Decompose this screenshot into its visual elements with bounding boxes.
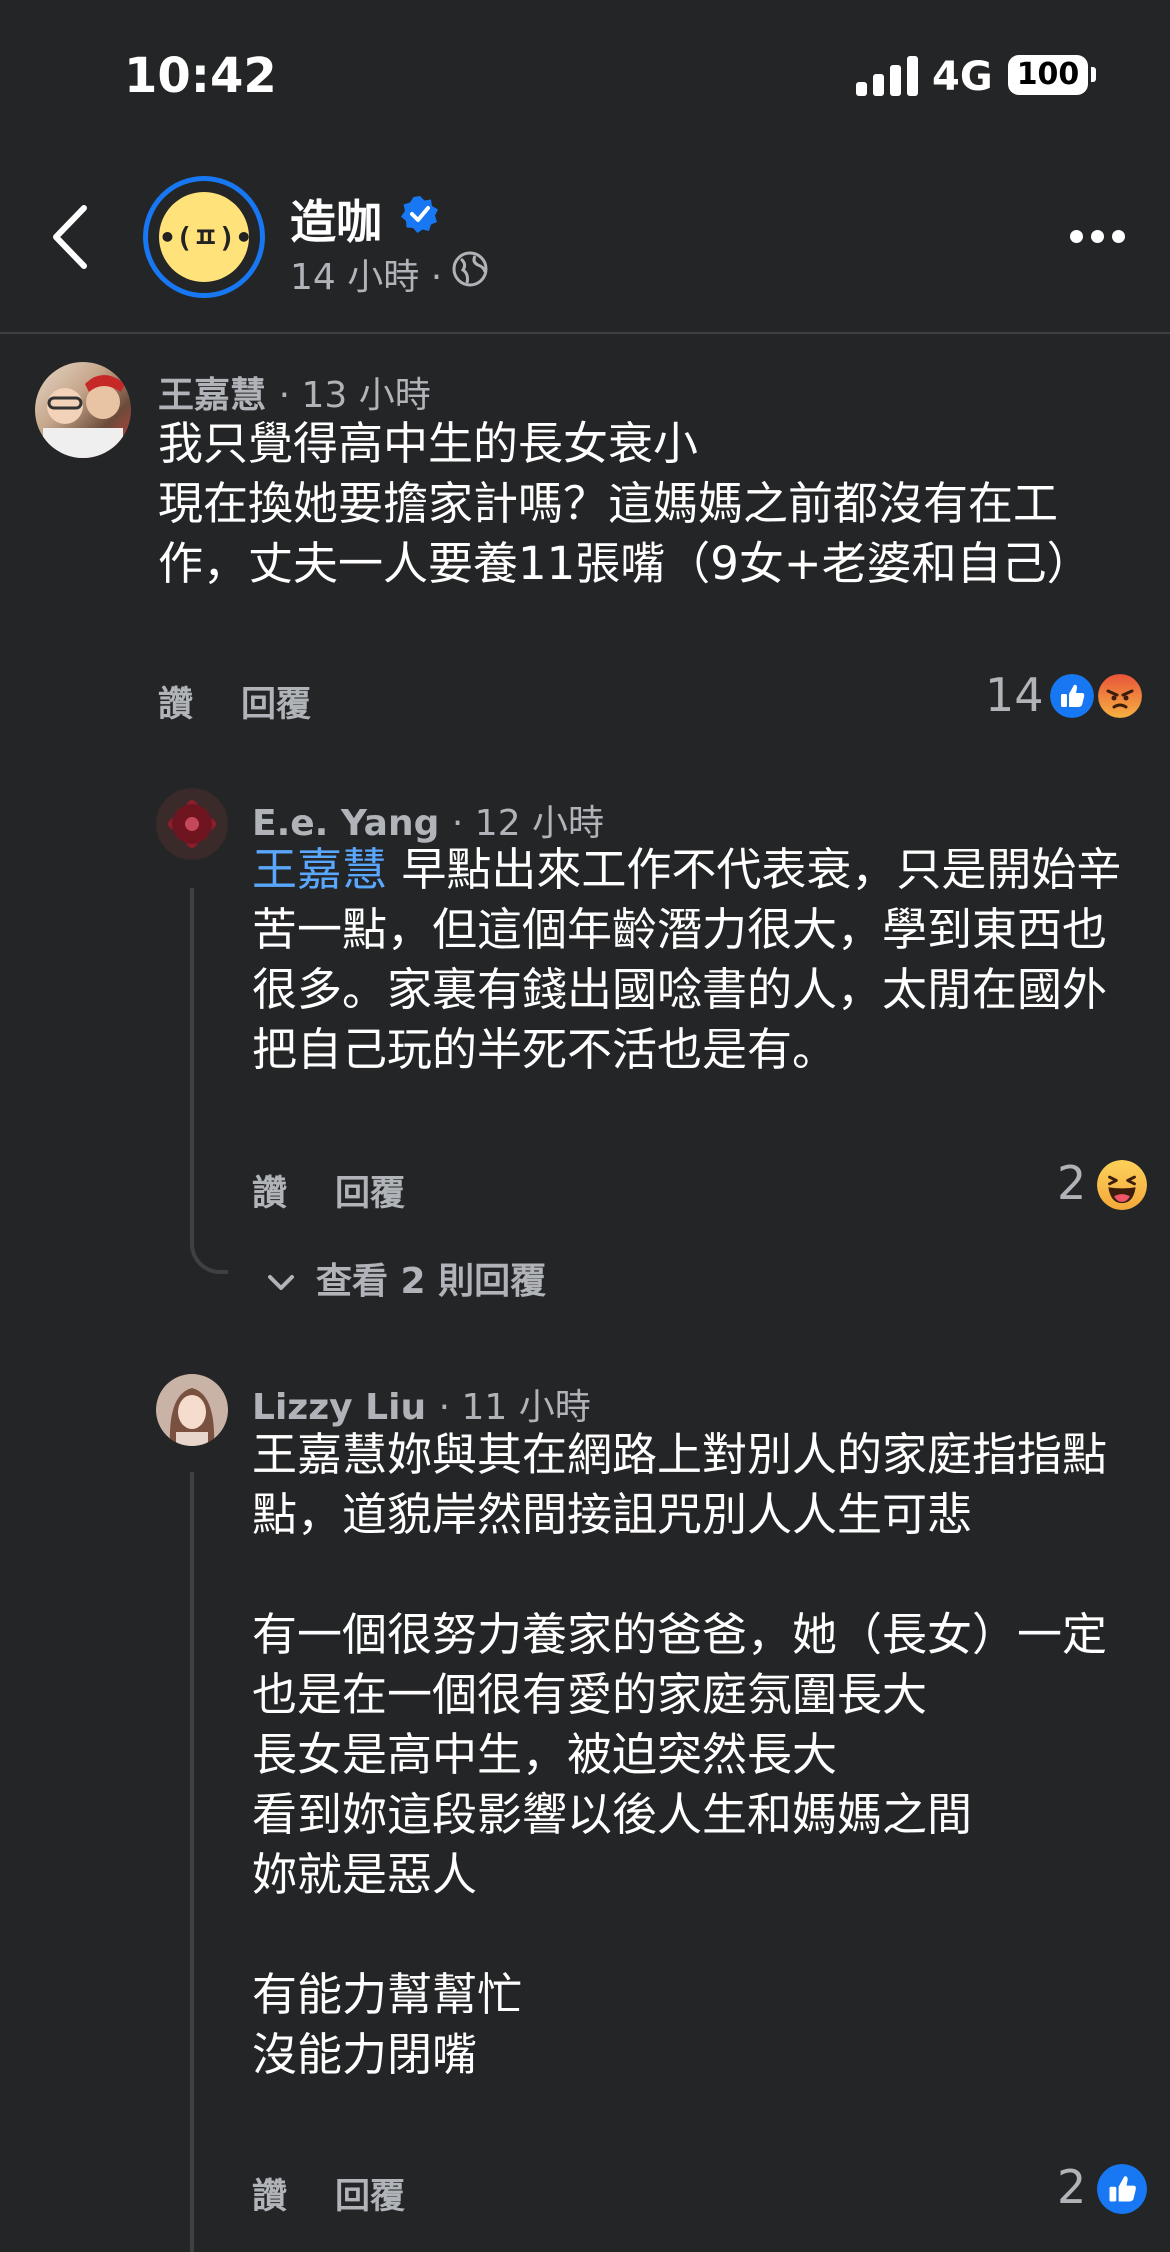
post-header: •(ㅍ)• 造咖 14 小時 · [0, 150, 1170, 334]
page-logo-face: •(ㅍ)• [159, 221, 253, 254]
avatar-photo [43, 375, 125, 458]
reply-time: · 12 小時 [451, 803, 605, 844]
chevron-left-icon [53, 205, 87, 269]
thread-line [190, 1472, 198, 2252]
status-bar: 10:42 4G 100 [0, 0, 1170, 150]
comment-time: · 13 小時 [278, 375, 431, 416]
like-icon [1097, 2164, 1147, 2214]
view-more-label: 查看 2 則回覆 [316, 1261, 547, 1302]
reaction-count[interactable]: 2 [1057, 2160, 1086, 2214]
reaction-count[interactable]: 14 [985, 668, 1044, 722]
thread-line [190, 888, 228, 1274]
reply-button[interactable]: 回覆 [335, 2177, 405, 2217]
angry-icon [1098, 674, 1142, 718]
reply-time: · 11 小時 [438, 1387, 591, 1428]
avatar-photo [169, 1388, 215, 1446]
like-button[interactable]: 讚 [252, 2177, 287, 2217]
reply-text: 王嘉慧 早點出來工作不代表衰，只是開始辛苦一點，但這個年齡潛力很大，學到東西也很… [252, 840, 1132, 1080]
comment-text: 我只覺得高中生的長女衰小 現在換她要擔家計嗎？這媽媽之前都沒有在工作，丈夫一人要… [158, 417, 1092, 590]
back-button[interactable] [44, 202, 104, 272]
avatar-photo [168, 800, 216, 848]
globe-icon [452, 251, 488, 287]
reply-author[interactable]: Lizzy Liu [252, 1387, 426, 1428]
like-button[interactable]: 讚 [158, 685, 193, 725]
reaction-count[interactable]: 2 [1057, 1156, 1086, 1210]
reply-button[interactable]: 回覆 [241, 685, 311, 725]
page-avatar[interactable]: •(ㅍ)• [143, 176, 265, 298]
reply-text: 王嘉慧妳與其在網路上對別人的家庭指指點點，道貌岸然間接詛咒別人人生可悲 有一個很… [252, 1428, 1108, 2081]
avatar[interactable] [156, 788, 228, 860]
avatar[interactable] [35, 362, 131, 458]
battery-icon: 100 [1008, 55, 1088, 95]
status-time: 10:42 [124, 48, 277, 104]
avatar[interactable] [156, 1374, 228, 1446]
mention-link[interactable]: 王嘉慧 [252, 843, 387, 896]
page-name[interactable]: 造咖 [290, 186, 382, 252]
haha-icon [1097, 1160, 1147, 1210]
network-label: 4G [932, 54, 993, 100]
post-time: 14 小時 · [290, 257, 443, 298]
reply-author[interactable]: E.e. Yang [252, 803, 439, 844]
comment-author[interactable]: 王嘉慧 [158, 375, 266, 416]
signal-icon [856, 56, 918, 96]
chevron-down-icon [268, 1275, 294, 1290]
reply-button[interactable]: 回覆 [335, 1174, 405, 1214]
like-button[interactable]: 讚 [252, 1174, 287, 1214]
more-options-button[interactable] [1070, 226, 1126, 246]
battery-tip [1091, 67, 1096, 82]
like-icon [1050, 674, 1094, 718]
verified-badge-icon [401, 196, 438, 233]
view-more-replies-button[interactable]: 查看 2 則回覆 [264, 1252, 546, 1304]
